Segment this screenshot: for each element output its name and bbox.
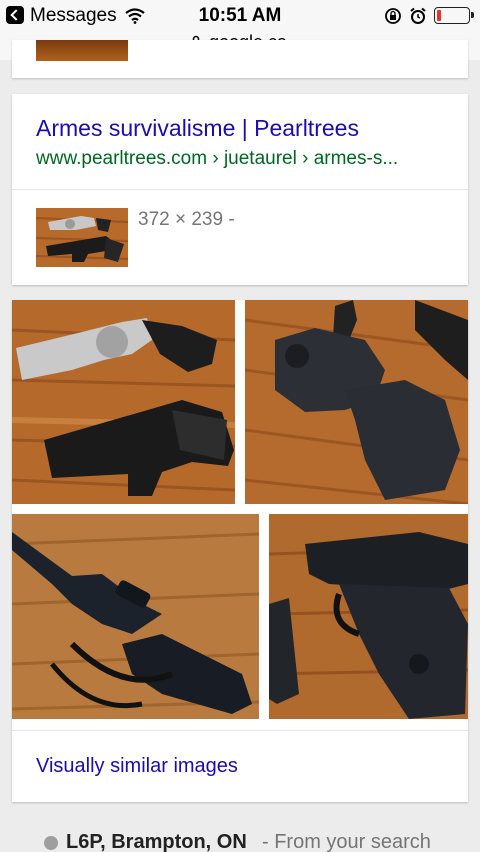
- result-card: Armes survivalisme | Pearltrees www.pear…: [12, 94, 468, 285]
- result-thumbnail[interactable]: [36, 208, 128, 267]
- previous-result-thumbnail[interactable]: [36, 40, 128, 61]
- similar-image-rifle[interactable]: [12, 514, 259, 719]
- result-title-link[interactable]: Armes survivalisme | Pearltrees: [36, 115, 359, 142]
- similar-image-compact-pistol[interactable]: [269, 514, 468, 719]
- status-bar: Messages 10:51 AM: [0, 0, 480, 30]
- result-url[interactable]: www.pearltrees.com › juetaurel › armes-s…: [36, 148, 398, 170]
- location-place[interactable]: L6P, Brampton, ON: [66, 831, 247, 852]
- previous-result-card: [12, 40, 468, 78]
- similar-image-revolver-pistol[interactable]: [12, 300, 235, 504]
- image-dimensions: 372 × 239 -: [138, 209, 235, 230]
- visually-similar-images-link[interactable]: Visually similar images: [36, 755, 238, 778]
- clock: 10:51 AM: [198, 5, 282, 26]
- battery-level: [437, 10, 442, 21]
- location-source: - From your search: [262, 831, 431, 852]
- battery-icon: [434, 7, 474, 24]
- similar-images-card: Visually similar images: [12, 300, 468, 802]
- location-dot-icon: [44, 836, 58, 850]
- rotation-lock-icon: [385, 8, 401, 24]
- divider: [12, 189, 468, 190]
- divider: [12, 730, 468, 731]
- similar-image-pistol-light[interactable]: [245, 300, 468, 504]
- alarm-icon: [410, 7, 426, 24]
